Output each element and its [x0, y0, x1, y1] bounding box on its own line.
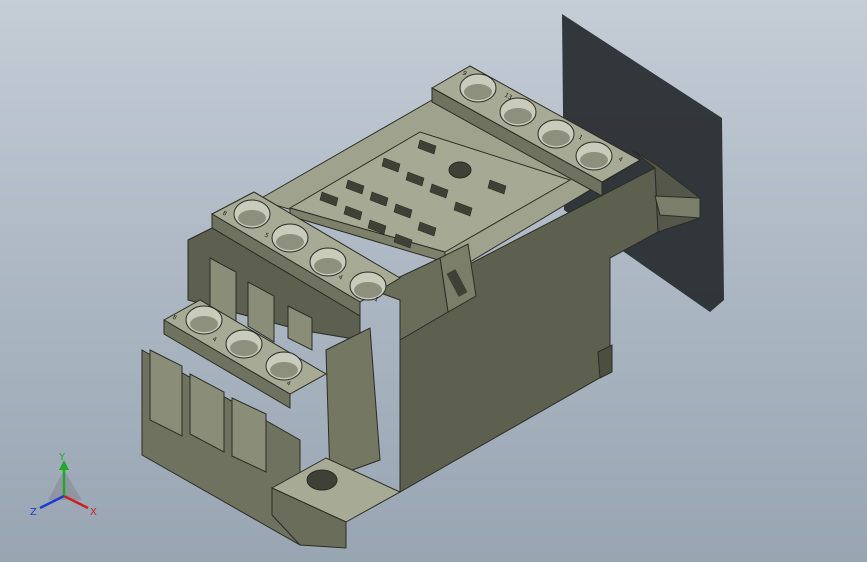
center-hole: [448, 161, 472, 179]
z-axis-label: Z: [30, 507, 37, 518]
mounting-hole: [306, 469, 338, 491]
cad-graphics-viewport[interactable]: 9 13 1 4 8541 844 X Y Z: [0, 0, 867, 562]
lower-pillar: [325, 327, 381, 479]
rear-block-top: [654, 195, 701, 219]
x-axis-label: X: [90, 507, 97, 518]
view-orientation-triad[interactable]: X Y Z: [30, 452, 97, 518]
y-axis-label: Y: [58, 452, 66, 463]
relay-socket-model[interactable]: 91314 8541 844 X Y Z: [0, 0, 867, 562]
